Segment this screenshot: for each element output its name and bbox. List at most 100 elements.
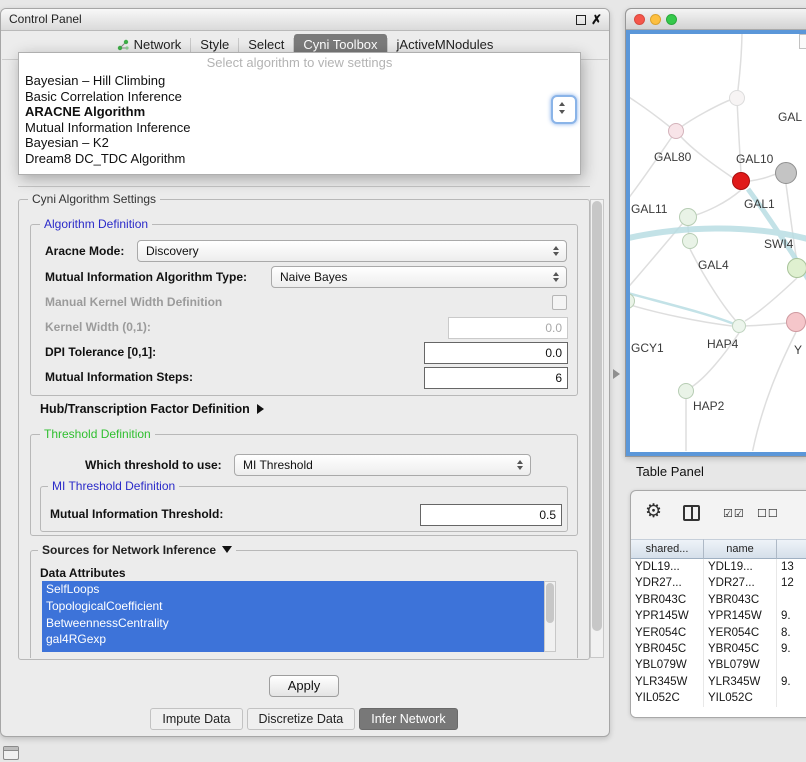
minimize-traffic-light[interactable] [650,14,661,25]
combo-stepper-icon [514,455,526,475]
attribute-item[interactable]: gal4RGexp [42,631,544,648]
table-row[interactable]: YER054C YER054C 8. [631,625,806,641]
attribute-list-scroll-thumb[interactable] [546,583,554,623]
table-row[interactable]: YPR145W YPR145W 9. [631,608,806,624]
node-label-gal4: GAL4 [698,258,729,272]
mi-type-label: Mutual Information Algorithm Type: [45,266,247,288]
combo-stepper-icon [550,241,562,261]
table-panel-window: ⚙ ☑☑ ☐☐ shared... name YDL19... YDL19...… [630,490,806,718]
tab-network-label: Network [134,37,182,52]
which-threshold-label: Which threshold to use: [85,454,222,476]
attribute-item[interactable]: TopologicalCoefficient [42,598,544,615]
network-node[interactable] [678,383,694,399]
attribute-item[interactable]: BetweennessCentrality [42,615,544,632]
column-header-shared-name[interactable]: shared... [631,539,704,559]
network-node[interactable] [668,123,684,139]
table-columns-icon[interactable] [683,505,700,521]
attribute-list-scrollbar[interactable] [544,581,556,652]
dpi-tolerance-field[interactable] [424,342,568,364]
table-row[interactable]: YBL079W YBL079W [631,657,806,673]
undock-icon[interactable] [576,15,586,25]
attribute-item-partial[interactable] [42,648,544,652]
cell: 13 [777,559,806,575]
cell: YER054C [631,625,704,641]
cell: YPR145W [704,608,777,624]
close-traffic-light[interactable] [634,14,645,25]
table-row[interactable]: YLR345W YLR345W 9. [631,674,806,690]
algorithm-option[interactable]: Bayesian – Hill Climbing [19,73,580,89]
cell: YDR27... [631,575,704,591]
threshold-title: Threshold Definition [40,428,155,441]
minimized-window-icon[interactable] [3,746,19,760]
node-table: shared... name YDL19... YDL19... 13 YDR2… [631,539,806,717]
attribute-item[interactable]: SelfLoops [42,581,544,598]
control-panel-titlebar[interactable]: Control Panel ✗ [1,9,609,31]
table-row[interactable]: YIL052C YIL052C [631,690,806,706]
node-label-hap2: HAP2 [693,399,724,413]
zoom-traffic-light[interactable] [666,14,677,25]
close-icon[interactable]: ✗ [591,11,602,28]
network-node-gray[interactable] [775,162,797,184]
network-node[interactable] [787,258,806,278]
tab-impute-data[interactable]: Impute Data [150,708,242,730]
data-attributes-list[interactable]: SelfLoops TopologicalCoefficient Between… [42,581,544,652]
algorithm-combo-fragment[interactable] [551,95,577,124]
settings-scroll-thumb[interactable] [592,201,602,631]
network-node[interactable] [682,233,698,249]
mi-threshold-field[interactable] [420,504,562,526]
tab-discretize-data[interactable]: Discretize Data [247,708,356,730]
network-window-titlebar[interactable] [626,9,806,30]
cell: YIL052C [704,690,777,706]
cell: YPR145W [631,608,704,624]
combo-stepper-icon [559,102,565,106]
deselect-all-columns-icon[interactable]: ☐☐ [757,507,779,520]
algorithm-option-selected[interactable]: ARACNE Algorithm [19,104,580,120]
cell: YBL079W [631,657,704,673]
splitter-collapse-arrow-icon[interactable] [613,369,620,379]
algorithm-option[interactable]: Basic Correlation Inference [19,89,580,105]
column-header-name[interactable]: name [704,539,777,559]
node-label-y-partial: Y [794,343,802,357]
table-toolbar: ⚙ ☑☑ ☐☐ [631,491,806,539]
manual-kernel-checkbox [552,295,567,310]
table-row[interactable]: YBR045C YBR045C 9. [631,641,806,657]
aracne-mode-select[interactable]: Discovery [137,240,567,262]
algorithm-option[interactable]: Dream8 DC_TDC Algorithm [19,151,580,167]
mi-threshold-group-title: MI Threshold Definition [48,480,179,493]
table-row[interactable]: YDR27... YDR27... 12 [631,575,806,591]
algorithm-option[interactable]: Mutual Information Inference [19,120,580,136]
apply-button[interactable]: Apply [269,675,339,697]
network-node-red[interactable] [732,172,750,190]
settings-scrollbar[interactable] [590,199,604,658]
network-node[interactable] [786,312,806,332]
table-row[interactable]: YBR043C YBR043C [631,592,806,608]
combo-stepper-icon [550,267,562,287]
node-label-hap4: HAP4 [707,337,738,351]
network-node[interactable] [732,319,746,333]
cell: 9. [777,608,806,624]
cell: YDL19... [704,559,777,575]
table-row[interactable]: YDL19... YDL19... 13 [631,559,806,575]
hidden-content-divider [18,186,590,187]
table-settings-icon[interactable]: ⚙ [645,500,662,523]
cell: 12 [777,575,806,591]
node-label-gal80: GAL80 [654,150,691,164]
network-node[interactable] [729,90,745,106]
select-all-columns-icon[interactable]: ☑☑ [723,507,745,520]
hub-tf-section-header[interactable]: Hub/Transcription Factor Definition [40,398,264,420]
algorithm-option[interactable]: Bayesian – K2 [19,135,580,151]
cell: 9. [777,674,806,690]
tab-select-label: Select [248,37,284,52]
column-header-partial[interactable] [777,539,806,559]
mi-type-select[interactable]: Naive Bayes [271,266,567,288]
tab-infer-network[interactable]: Infer Network [359,708,457,730]
algorithm-placeholder: Select algorithm to view settings [19,53,580,73]
sources-section-header[interactable]: Sources for Network Inference [38,544,236,557]
network-canvas[interactable]: GAL GAL80 GAL10 GAL11 GAL1 SWI4 GAL4 GCY… [630,34,806,452]
algorithm-definition-title: Algorithm Definition [40,218,152,231]
cell: YDL19... [631,559,704,575]
network-node[interactable] [679,208,697,226]
mi-steps-field[interactable] [424,367,568,389]
canvas-scrollbar-fragment[interactable] [799,34,806,49]
which-threshold-select[interactable]: MI Threshold [234,454,531,476]
